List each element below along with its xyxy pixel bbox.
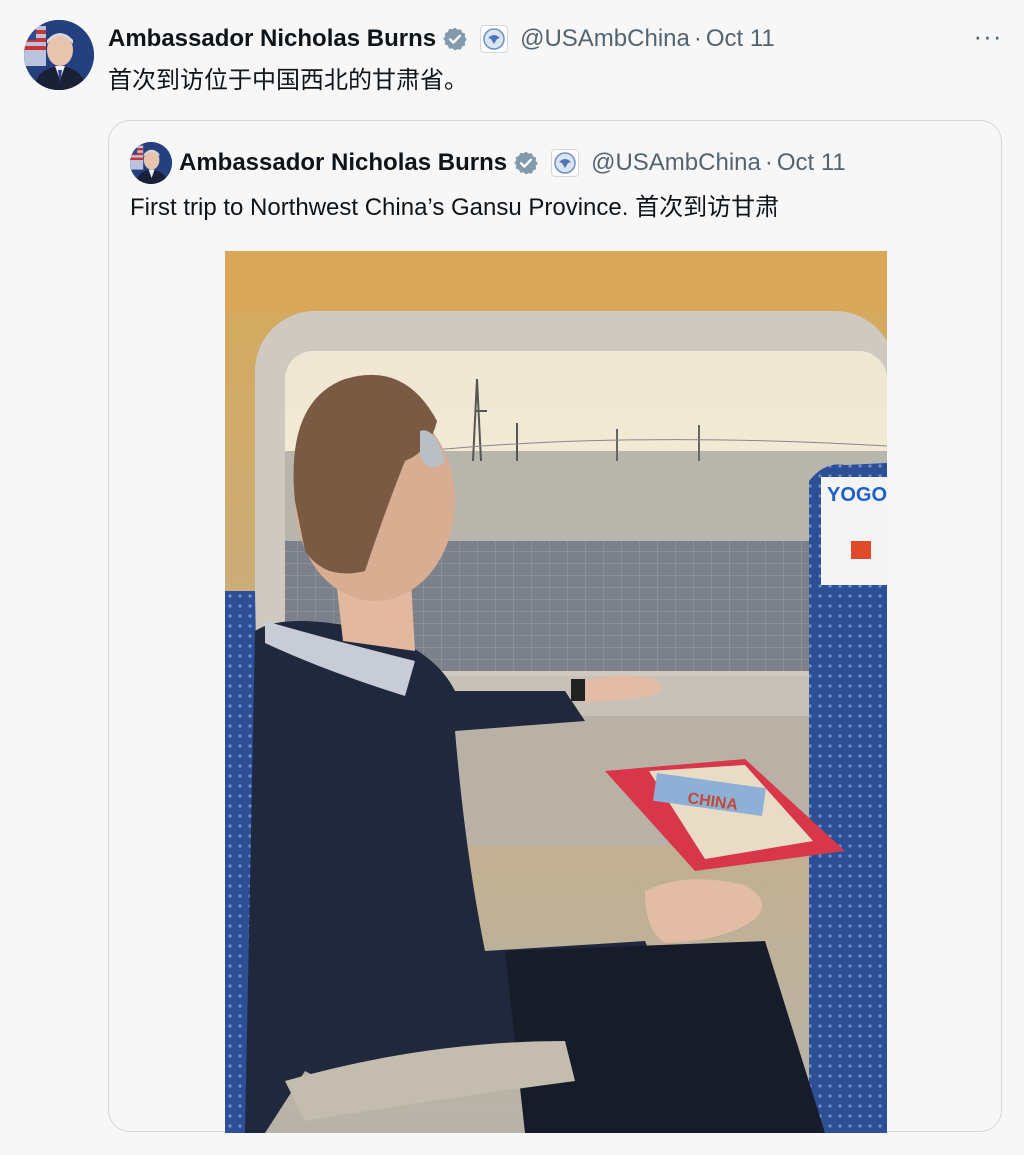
seat-card-text: YOGO (827, 484, 887, 506)
more-options-icon[interactable]: ··· (972, 22, 1004, 56)
author-avatar[interactable] (24, 20, 94, 90)
verified-badge-icon[interactable] (442, 26, 468, 52)
quoted-author-handle: @USAmbChina (591, 149, 761, 176)
quoted-post-header: Ambassador Nicholas Burns @USAmbChina · … (179, 145, 846, 181)
quoted-verified-badge-icon (513, 150, 539, 176)
quoted-post-text: First trip to Northwest China’s Gansu Pr… (130, 194, 780, 221)
post-header: Ambassador Nicholas Burns @USAmbChina · … (108, 22, 775, 56)
quoted-post[interactable]: Ambassador Nicholas Burns @USAmbChina · … (108, 120, 1002, 1133)
post-text: 首次到访位于中国西北的甘肃省。 (108, 67, 468, 94)
post-date[interactable]: Oct 11 (706, 25, 775, 53)
post-photo[interactable]: YOGO CHINA (225, 251, 887, 1133)
separator: · (693, 25, 702, 52)
embassy-seal-icon[interactable] (480, 25, 509, 53)
quoted-separator: · (764, 149, 773, 176)
quoted-embassy-seal-icon (551, 149, 580, 177)
quoted-author-name[interactable]: Ambassador Nicholas Burns (179, 149, 507, 177)
author-name[interactable]: Ambassador Nicholas Burns (108, 25, 436, 53)
author-handle[interactable]: @USAmbChina (520, 25, 690, 53)
quoted-author-avatar[interactable] (130, 142, 172, 184)
quoted-post-date: Oct 11 (776, 149, 846, 176)
tweet[interactable]: Ambassador Nicholas Burns @USAmbChina · … (0, 0, 1024, 1155)
